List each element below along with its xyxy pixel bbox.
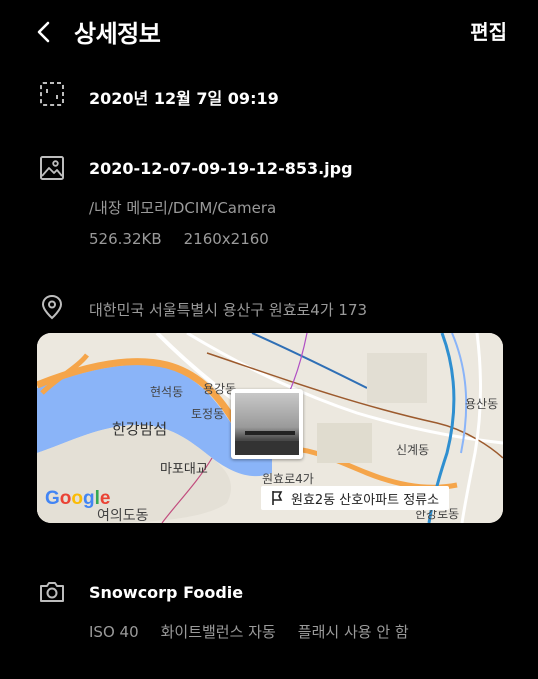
white-balance: 화이트밸런스 자동 bbox=[160, 623, 276, 641]
map-label: 신계동 bbox=[396, 443, 430, 457]
date-text: 2020년 12월 7일 09:19 bbox=[89, 89, 279, 108]
file-name: 2020-12-07-09-19-12-853.jpg bbox=[89, 159, 353, 178]
map-label: 마포대교 bbox=[160, 462, 208, 477]
google-logo: Google bbox=[45, 488, 111, 509]
file-path: /내장 메모리/DCIM/Camera bbox=[89, 199, 277, 217]
calendar-icon bbox=[40, 82, 64, 106]
location-address: 대한민국 서울특별시 용산구 원효로4가 173 bbox=[89, 301, 368, 319]
map-label: 한강밤섬 bbox=[112, 420, 168, 438]
iso-value: ISO 40 bbox=[89, 623, 139, 641]
bus-stop-label[interactable]: 원효2동 산호아파트 정류소 bbox=[261, 486, 450, 510]
page-title: 상세정보 bbox=[74, 20, 161, 48]
back-arrow-icon[interactable] bbox=[34, 20, 56, 44]
camera-settings: ISO 40 화이트밸런스 자동 플래시 사용 안 함 bbox=[89, 621, 431, 642]
flash-setting: 플래시 사용 안 함 bbox=[297, 623, 409, 641]
map-label: 토정동 bbox=[191, 407, 225, 421]
flag-icon bbox=[272, 491, 283, 505]
file-resolution: 2160x2160 bbox=[183, 230, 269, 248]
file-size: 526.32KB bbox=[89, 230, 162, 248]
bus-stop-name: 원효2동 산호아파트 정류소 bbox=[291, 492, 440, 508]
file-stats: 526.32KB 2160x2160 bbox=[89, 230, 291, 248]
location-map[interactable]: 현석동 용강동 토정동 한강밤섬 마포대교 여의도동 원효로4가 신계동 용산동… bbox=[37, 333, 503, 523]
camera-icon bbox=[40, 582, 64, 602]
edit-button[interactable]: 편집 bbox=[470, 16, 507, 45]
map-label: 현석동 bbox=[150, 385, 184, 399]
image-icon bbox=[40, 156, 64, 180]
camera-device: Snowcorp Foodie bbox=[89, 583, 244, 602]
map-label: 원효로4가 bbox=[262, 472, 314, 486]
map-label: 용산동 bbox=[465, 397, 499, 411]
location-pin-icon bbox=[41, 294, 63, 320]
photo-thumbnail-marker[interactable] bbox=[231, 389, 303, 459]
photo-thumbnail bbox=[235, 393, 299, 455]
